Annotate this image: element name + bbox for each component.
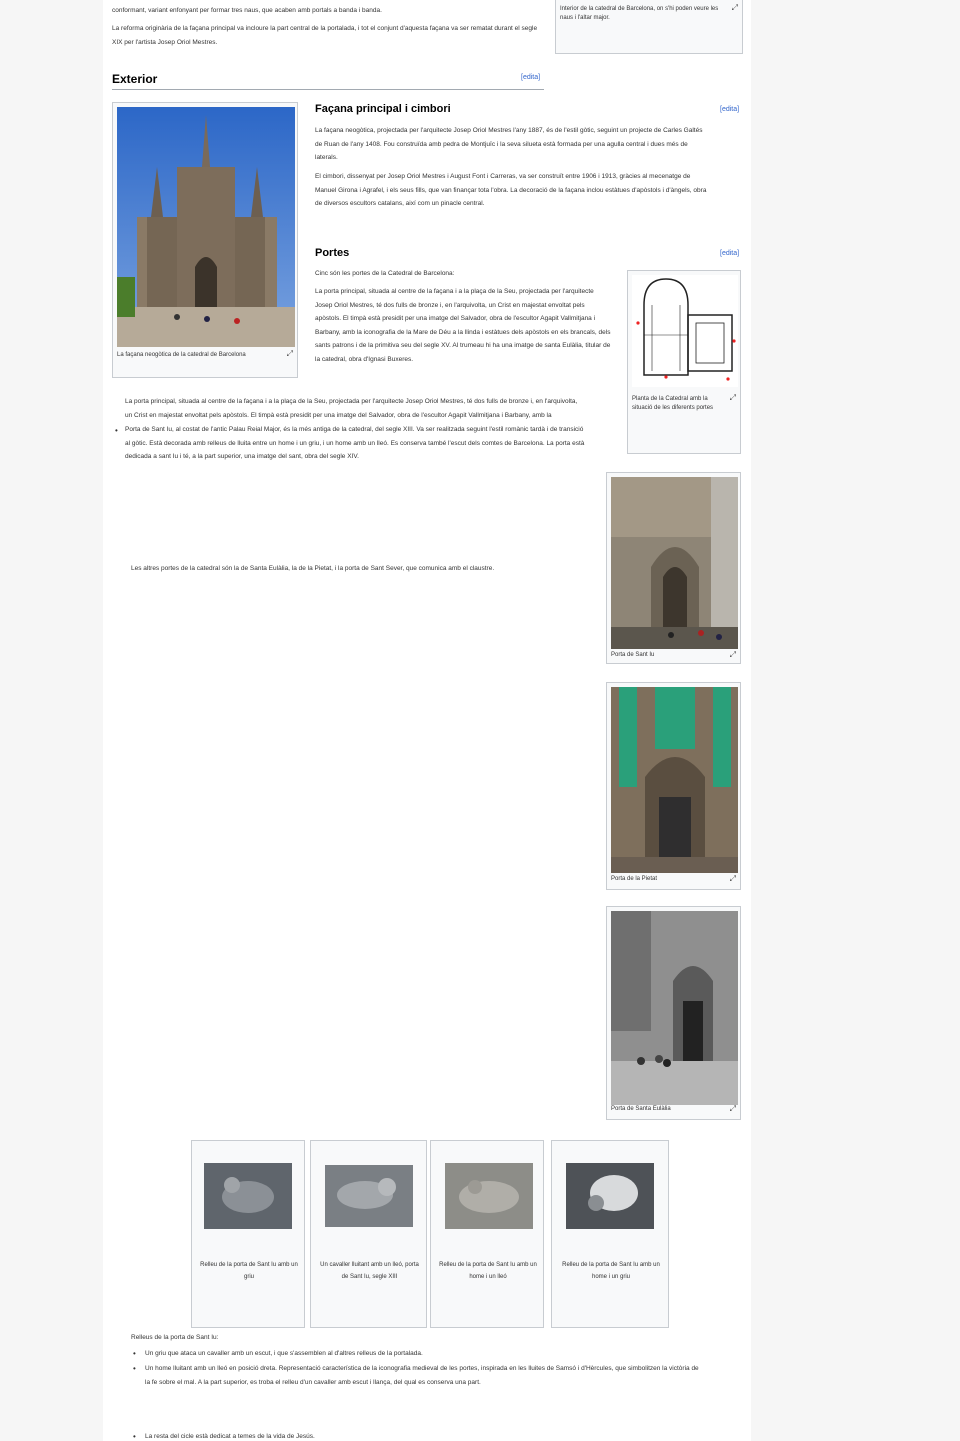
gallery-item: Relleu de la porta de Sant Iu amb un hom… xyxy=(430,1140,544,1328)
article-content: conformant, variant enfonyant per formar… xyxy=(103,0,751,1441)
door1-thumb: Porta de Sant Iu ⤢ xyxy=(606,472,741,664)
door1-caption: Porta de Sant Iu xyxy=(611,652,655,658)
heading-doors: Portes xyxy=(315,247,350,259)
heading-facade: Façana principal i cimbori xyxy=(315,103,451,115)
reliefs-item-1: Un griu que ataca un cavaller amb un esc… xyxy=(145,1350,423,1357)
gallery-item: Relleu de la porta de Sant Iu amb un gri… xyxy=(191,1140,305,1328)
gallery-caption: Un cavaller lluitant amb un lleó, porta … xyxy=(320,1262,419,1280)
paragraph-doors-sant-iu: Porta de Sant Iu, al costat de l'antic P… xyxy=(125,426,585,460)
bullet-icon: • xyxy=(133,1432,136,1441)
edit-link-doors[interactable]: [edita] xyxy=(720,250,739,257)
edit-link-exterior[interactable]: [edita] xyxy=(521,74,540,81)
bullet-icon: • xyxy=(115,426,118,435)
gallery-caption: Relleu de la porta de Sant Iu amb un hom… xyxy=(562,1262,660,1280)
plan-caption: Planta de la Catedral amb la situació de… xyxy=(632,396,714,411)
paragraph-top-b: La reforma originària de la façana princ… xyxy=(112,25,538,46)
heading-divider xyxy=(112,89,544,90)
reliefs-title: Relleus de la porta de Sant Iu: xyxy=(131,1334,219,1341)
door2-caption: Porta de la Pietat xyxy=(611,876,658,882)
floor-plan-image[interactable] xyxy=(632,275,738,387)
gallery-image[interactable] xyxy=(204,1163,292,1229)
bullet-icon: • xyxy=(133,1364,136,1373)
gallery-image[interactable] xyxy=(325,1165,413,1227)
magnify-icon[interactable]: ⤢ xyxy=(730,650,736,660)
door3-photo[interactable] xyxy=(611,911,738,1105)
gallery-item: Un cavaller lluitant amb un lleó, porta … xyxy=(310,1140,427,1328)
magnify-icon[interactable]: ⤢ xyxy=(730,874,736,884)
paragraph-doors-more: Les altres portes de la catedral són la … xyxy=(131,565,495,572)
door2-thumb: Porta de la Pietat ⤢ xyxy=(606,682,741,890)
gallery-image[interactable] xyxy=(566,1163,654,1229)
top-thumb-caption: Interior de la catedral de Barcelona, on… xyxy=(560,6,719,21)
gallery-caption: Relleu de la porta de Sant Iu amb un gri… xyxy=(200,1262,298,1280)
magnify-icon[interactable]: ⤢ xyxy=(730,393,736,403)
paragraph-doors-main: La porta principal, situada al centre de… xyxy=(315,288,611,363)
reliefs-item-3: La resta del cicle està dedicat a temes … xyxy=(145,1433,315,1440)
cathedral-thumb: La façana neogòtica de la catedral de Ba… xyxy=(112,102,298,378)
edit-link-facade[interactable]: [edita] xyxy=(720,106,739,113)
cathedral-caption: La façana neogòtica de la catedral de Ba… xyxy=(117,352,246,358)
magnify-icon[interactable]: ⤢ xyxy=(730,1104,736,1114)
plan-thumb: Planta de la Catedral amb la situació de… xyxy=(627,270,741,454)
heading-exterior: Exterior xyxy=(112,72,158,86)
paragraph-doors-main-cont: La porta principal, situada al centre de… xyxy=(125,398,578,419)
paragraph-facade-2: El cimbori, dissenyat per Josep Oriol Me… xyxy=(315,173,707,207)
magnify-icon[interactable]: ⤢ xyxy=(287,349,293,359)
bullet-icon: • xyxy=(133,1349,136,1358)
paragraph-facade-1: La façana neogòtica, projectada per l'ar… xyxy=(315,127,703,161)
paragraph-top-a: conformant, variant enfonyant per formar… xyxy=(112,7,382,14)
reliefs-item-2: Un home lluitant amb un lleó en posició … xyxy=(145,1365,699,1386)
paragraph-doors-intro: Cinc són les portes de la Catedral de Ba… xyxy=(315,270,455,277)
door2-photo[interactable] xyxy=(611,687,738,873)
door3-thumb: Porta de Santa Eulàlia ⤢ xyxy=(606,906,741,1120)
door3-caption: Porta de Santa Eulàlia xyxy=(611,1106,671,1112)
cathedral-photo[interactable] xyxy=(117,107,295,347)
gallery-image[interactable] xyxy=(445,1163,533,1229)
gallery-caption: Relleu de la porta de Sant Iu amb un hom… xyxy=(439,1262,537,1280)
magnify-icon[interactable]: ⤢ xyxy=(732,3,738,13)
door1-photo[interactable] xyxy=(611,477,738,649)
top-right-thumb: Interior de la catedral de Barcelona, on… xyxy=(555,0,743,54)
gallery-item: Relleu de la porta de Sant Iu amb un hom… xyxy=(551,1140,669,1328)
